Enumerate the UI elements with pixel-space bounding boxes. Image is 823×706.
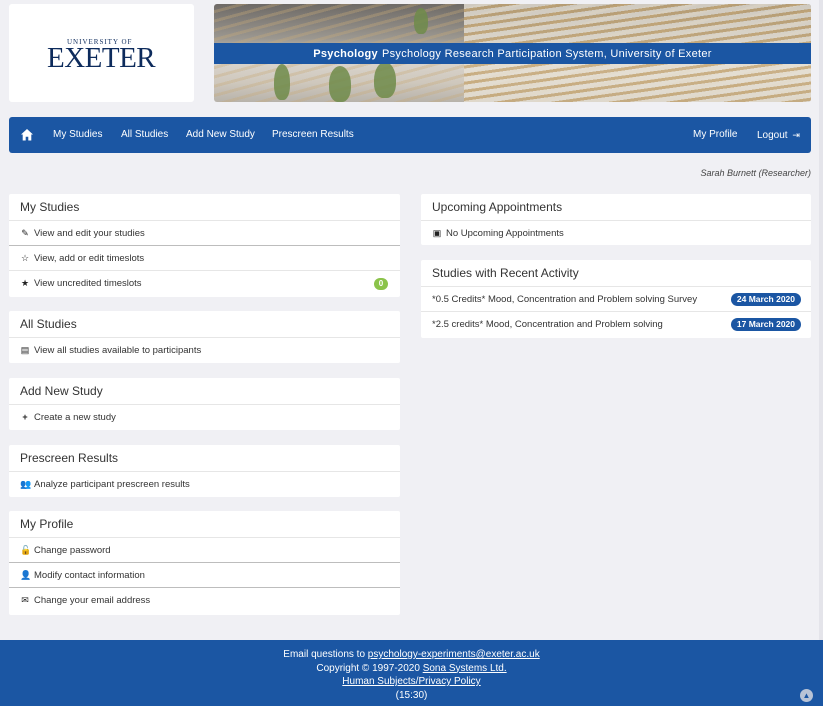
banner-title-bar: Psychology Psychology Research Participa… — [214, 43, 811, 64]
panel-title: All Studies — [9, 311, 400, 338]
right-edge — [819, 0, 823, 640]
footer-company-link[interactable]: Sona Systems Ltd. — [423, 663, 507, 674]
banner-photo-tree — [329, 66, 351, 102]
link-analyze-prescreen[interactable]: Analyze participant prescreen results — [34, 472, 190, 497]
panel-title: My Studies — [9, 194, 400, 221]
list-item[interactable]: *2.5 credits* Mood, Concentration and Pr… — [421, 312, 811, 337]
panel-title: Studies with Recent Activity — [421, 260, 811, 287]
users-icon: 👥 — [20, 479, 32, 489]
list-item[interactable]: 🔓 Change password — [9, 538, 400, 563]
recent-date-badge: 24 March 2020 — [730, 293, 801, 306]
list-item[interactable]: 👥 Analyze participant prescreen results — [9, 472, 400, 497]
my-profile-panel: My Profile 🔓 Change password 👤 Modify co… — [9, 511, 400, 615]
link-timeslots[interactable]: View, add or edit timeslots — [34, 246, 144, 271]
appointments-panel: Upcoming Appointments ▣ No Upcoming Appo… — [421, 194, 811, 245]
uncredited-count-badge: 0 — [374, 278, 388, 290]
link-uncredited-timeslots[interactable]: View uncredited timeslots — [34, 271, 142, 296]
list-item[interactable]: ▤ View all studies available to particip… — [9, 338, 400, 363]
link-view-all-studies[interactable]: View all studies available to participan… — [34, 338, 201, 363]
footer-email-prefix: Email questions to — [283, 649, 366, 660]
footer-policy-link[interactable]: Human Subjects/Privacy Policy — [342, 676, 480, 687]
nav-logout[interactable]: Logout ⇥ — [757, 117, 800, 153]
link-create-study[interactable]: Create a new study — [34, 405, 116, 430]
logo-box[interactable]: UNIVERSITY OF EXETER — [9, 4, 194, 102]
banner-photo-tree — [414, 8, 428, 34]
recent-date-badge: 17 March 2020 — [730, 318, 801, 331]
list-item[interactable]: *0.5 Credits* Mood, Concentration and Pr… — [421, 287, 811, 312]
nav-prescreen-results[interactable]: Prescreen Results — [272, 117, 354, 153]
envelope-icon: ✉ — [21, 595, 29, 605]
logout-icon: ⇥ — [792, 130, 800, 140]
list-icon: ▤ — [20, 345, 30, 355]
panel-title: Upcoming Appointments — [421, 194, 811, 221]
logo-main-text: EXETER — [47, 42, 156, 74]
list-item[interactable]: ✉ Change your email address — [9, 588, 400, 613]
user-icon: 👤 — [20, 569, 32, 580]
footer-copyright-line: Copyright © 1997-2020 Sona Systems Ltd. — [0, 662, 823, 676]
user-name-role: Sarah Burnett (Researcher) — [700, 168, 811, 178]
scroll-to-top-icon[interactable]: ▲ — [800, 689, 813, 702]
university-logo: UNIVERSITY OF EXETER — [47, 38, 157, 82]
banner-title-text: Psychology Research Participation System… — [381, 47, 712, 60]
banner-title-bold: Psychology — [313, 47, 378, 60]
add-new-study-panel: Add New Study + Create a new study — [9, 378, 400, 430]
nav-add-new-study[interactable]: Add New Study — [186, 117, 255, 153]
nav-my-profile[interactable]: My Profile — [693, 117, 737, 153]
all-studies-panel: All Studies ▤ View all studies available… — [9, 311, 400, 363]
link-view-edit-studies[interactable]: View and edit your studies — [34, 221, 145, 246]
banner-photo-tree — [374, 62, 396, 98]
star-icon: ★ — [20, 278, 30, 288]
panel-title: Add New Study — [9, 378, 400, 405]
list-item[interactable]: ☆ View, add or edit timeslots — [9, 246, 400, 271]
footer-copyright: Copyright © 1997-2020 — [316, 662, 420, 674]
main-nav: My Studies All Studies Add New Study Pre… — [9, 117, 811, 153]
link-modify-contact[interactable]: Modify contact information — [34, 563, 145, 588]
my-studies-panel: My Studies ✎ View and edit your studies … — [9, 194, 400, 297]
panel-title: Prescreen Results — [9, 445, 400, 472]
home-icon[interactable] — [20, 128, 34, 142]
panel-title: My Profile — [9, 511, 400, 538]
star-half-icon: ☆ — [20, 252, 30, 263]
footer-time: (15:30) — [395, 689, 428, 701]
link-change-email[interactable]: Change your email address — [34, 588, 150, 613]
unlock-icon: 🔓 — [20, 544, 32, 555]
nav-my-studies[interactable]: My Studies — [53, 117, 102, 153]
no-appointments-text: No Upcoming Appointments — [446, 228, 564, 239]
header-banner: Psychology Psychology Research Participa… — [214, 4, 811, 102]
nav-all-studies[interactable]: All Studies — [121, 117, 168, 153]
list-item[interactable]: + Create a new study — [9, 405, 400, 430]
list-item[interactable]: 👤 Modify contact information — [9, 563, 400, 588]
calendar-icon: ▣ — [432, 228, 442, 238]
banner-photo-tree — [274, 64, 290, 100]
footer: Email questions to psychology-experiment… — [0, 640, 823, 706]
footer-policy-line: Human Subjects/Privacy Policy — [0, 675, 823, 689]
footer-email-link[interactable]: psychology-experiments@exeter.ac.uk — [368, 649, 540, 660]
recent-activity-panel: Studies with Recent Activity *0.5 Credit… — [421, 260, 811, 338]
edit-icon: ✎ — [21, 227, 29, 238]
list-item[interactable]: ★ View uncredited timeslots 0 — [9, 271, 400, 296]
footer-email-line: Email questions to psychology-experiment… — [0, 648, 823, 662]
recent-study-name[interactable]: *2.5 credits* Mood, Concentration and Pr… — [432, 312, 663, 337]
prescreen-results-panel: Prescreen Results 👥 Analyze participant … — [9, 445, 400, 497]
list-item: ▣ No Upcoming Appointments — [421, 221, 811, 246]
recent-study-name[interactable]: *0.5 Credits* Mood, Concentration and Pr… — [432, 287, 697, 312]
list-item[interactable]: ✎ View and edit your studies — [9, 221, 400, 246]
link-change-password[interactable]: Change password — [34, 538, 111, 563]
logout-label: Logout — [757, 130, 788, 141]
plus-icon: + — [22, 412, 28, 422]
